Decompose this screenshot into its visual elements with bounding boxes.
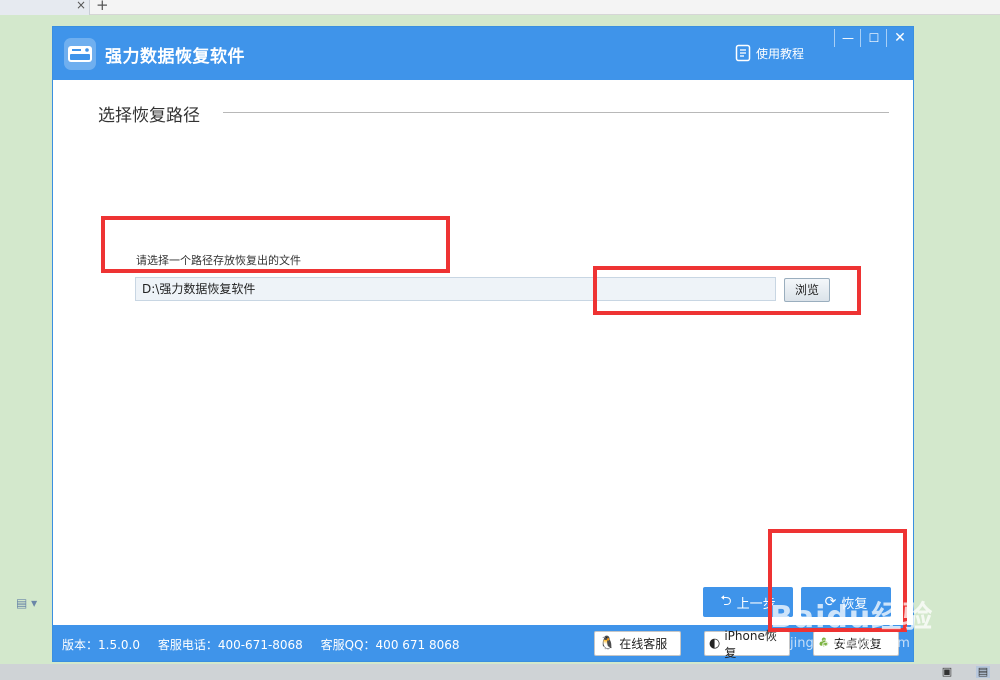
host-tray-icon[interactable]: ▣ [940,666,954,678]
host-status-bar [0,664,1000,680]
phone-text: 客服电话：400-671-8068 [157,638,303,652]
annotation-box-path-label [101,216,450,273]
browser-tab-strip: × + [0,0,1000,15]
section-title: 选择恢复路径 [98,106,200,126]
title-bar: 强力数据恢复软件 使用教程 — ☐ ✕ [53,27,913,80]
tutorial-link[interactable]: 使用教程 [735,43,804,63]
apple-icon: ◐ [709,636,721,651]
tab-close-icon[interactable]: × [76,0,86,12]
qq-penguin-icon: 🐧 [599,636,616,651]
version-text: 版本：1.5.0.0 [62,638,140,652]
close-button[interactable]: ✕ [889,29,911,47]
app-title: 强力数据恢复软件 [105,47,245,67]
baidu-watermark: Baidu经验 [770,600,934,635]
app-logo-icon [64,38,96,70]
browser-tab[interactable]: × [0,0,90,15]
tutorial-label: 使用教程 [756,46,805,61]
minimize-button[interactable]: — [837,29,859,47]
annotation-box-browse [593,266,861,315]
online-service-button[interactable]: 🐧 在线客服 [594,631,681,656]
new-tab-icon[interactable]: + [96,0,109,14]
online-service-label: 在线客服 [619,637,668,651]
maximize-button[interactable]: ☐ [863,29,885,47]
window-button-divider [860,29,861,47]
window-button-divider [834,29,835,47]
qq-text: 客服QQ：400 671 8068 [320,638,460,652]
footer-info: 版本：1.5.0.0 客服电话：400-671-8068 客服QQ：400 67… [62,636,474,653]
host-chat-icon[interactable]: ▤ [976,666,990,678]
book-icon [735,44,751,62]
window-button-divider [886,29,887,47]
back-arrow-icon: ⮌ [720,593,732,609]
baidu-watermark-url: jingyan.baidu.com [790,636,910,651]
section-divider [223,112,889,113]
document-icon[interactable]: ▤ ▾ [16,596,37,610]
